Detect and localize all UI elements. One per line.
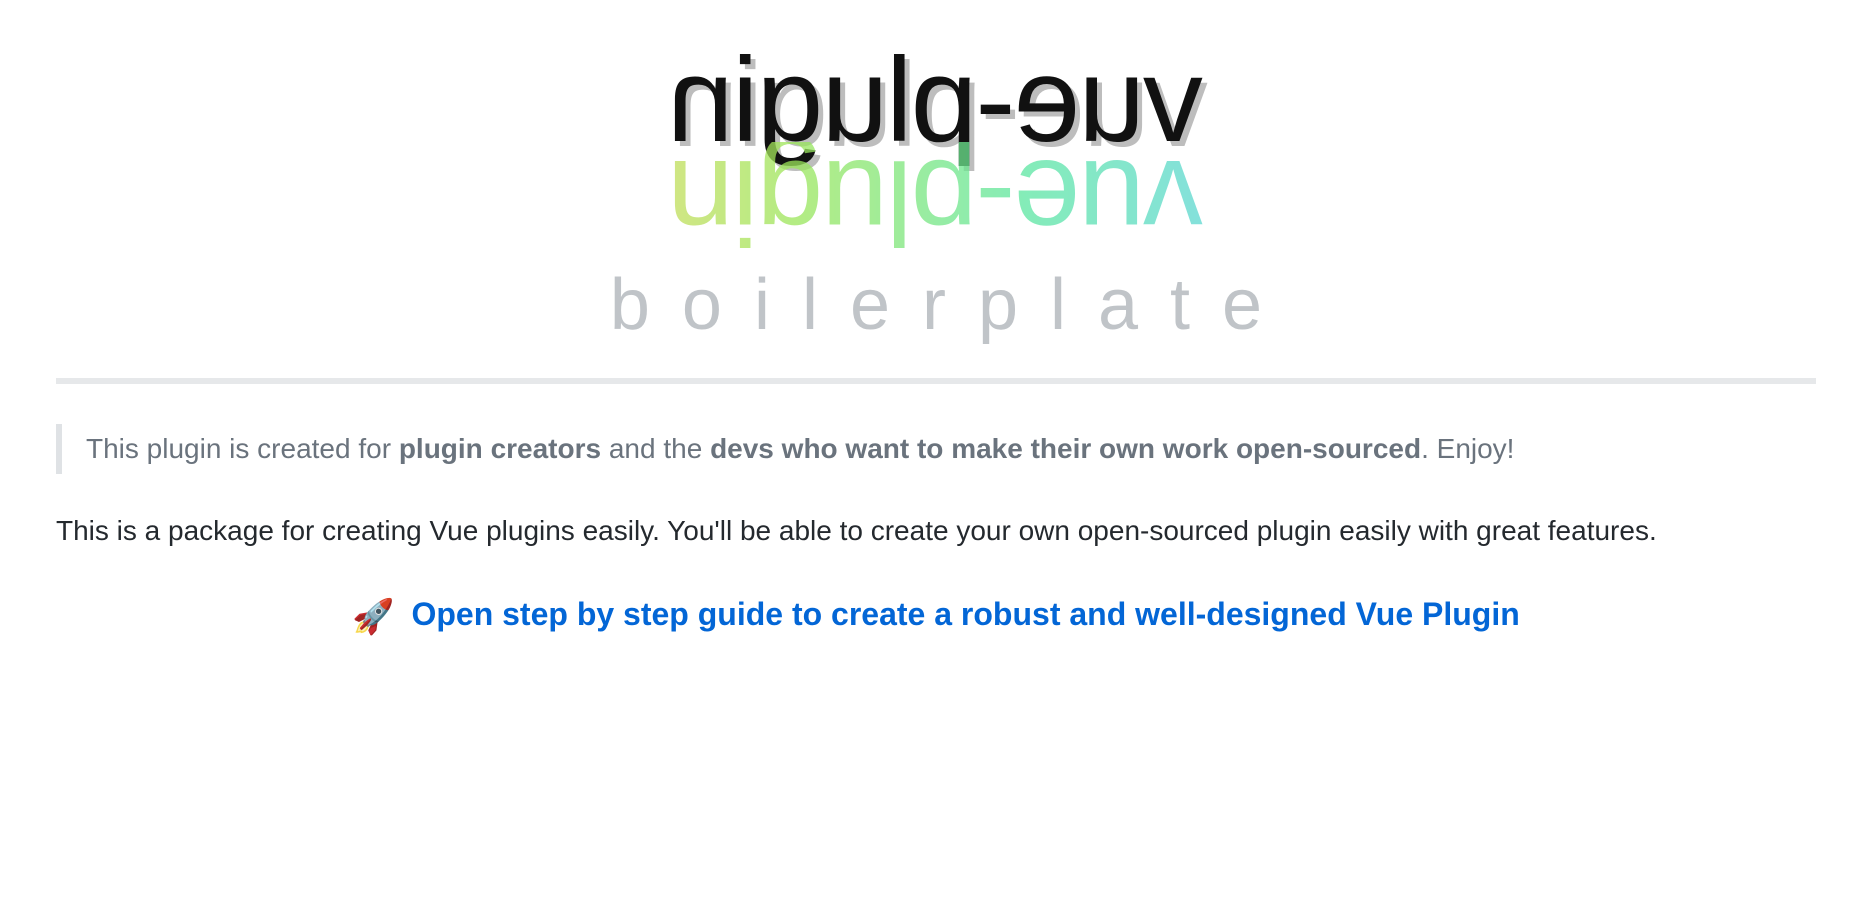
logo-line2-rainbow-flipped: vue-plugin xyxy=(56,142,1816,262)
blockquote-strong2: devs who want to make their own work ope… xyxy=(710,433,1421,464)
rocket-icon: 🚀 xyxy=(352,597,394,637)
blockquote-text-mid: and the xyxy=(601,433,710,464)
guide-link[interactable]: Open step by step guide to create a robu… xyxy=(411,596,1519,632)
guide-heading: 🚀 Open step by step guide to create a ro… xyxy=(56,596,1816,637)
readme-container: vue-plugin vue-plugin boilerplate This p… xyxy=(56,40,1816,637)
logo-line3-boilerplate: boilerplate xyxy=(56,262,1816,348)
logo-block: vue-plugin vue-plugin boilerplate xyxy=(56,40,1816,384)
blockquote-text-pre: This plugin is created for xyxy=(86,433,399,464)
description-paragraph: This is a package for creating Vue plugi… xyxy=(56,510,1816,552)
intro-blockquote: This plugin is created for plugin creato… xyxy=(56,424,1816,474)
blockquote-text-post: . Enjoy! xyxy=(1421,433,1514,464)
blockquote-strong1: plugin creators xyxy=(399,433,601,464)
